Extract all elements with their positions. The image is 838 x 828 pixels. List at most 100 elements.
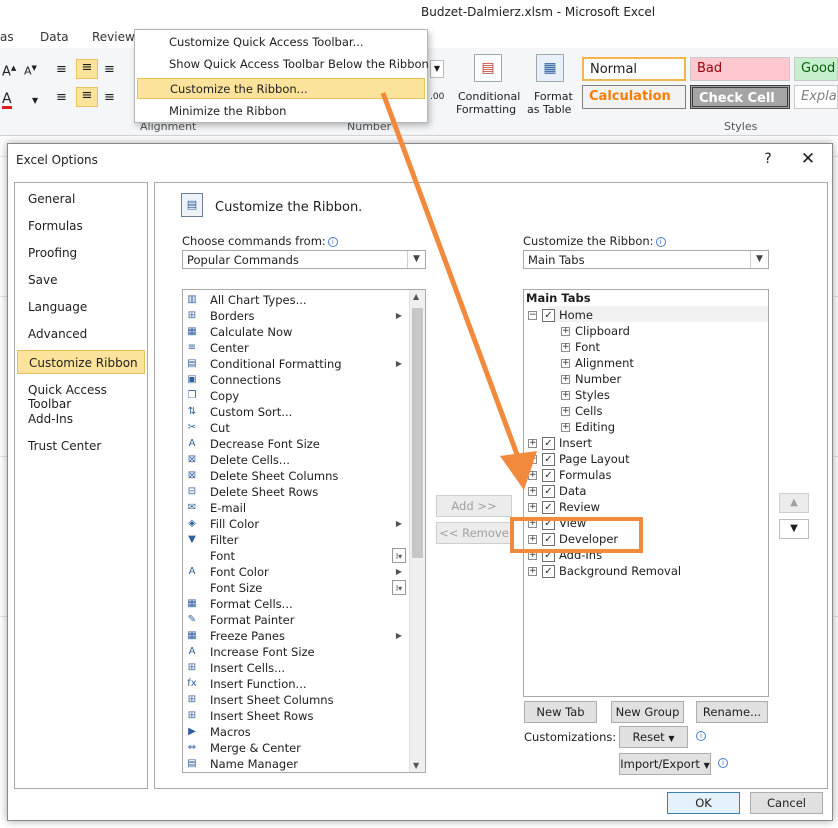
- commands-list[interactable]: ▲ ▼ ▥ All Chart Types... ⊞ Borders ▶ ▦ Calcula…: [182, 289, 426, 773]
- tree-item-alignment[interactable]: + Alignment: [561, 356, 761, 372]
- tree-item-data[interactable]: + ✓ Data: [528, 484, 764, 500]
- menu-item-customize-ribbon[interactable]: Customize the Ribbon...: [137, 78, 425, 99]
- rename-button[interactable]: Rename...: [696, 701, 768, 723]
- move-down-button[interactable]: ▼: [779, 519, 809, 539]
- command-item[interactable]: ▥ All Chart Types...: [183, 292, 409, 308]
- commands-scrollbar[interactable]: ▲ ▼: [409, 290, 425, 772]
- style-check-cell[interactable]: Check Cell: [690, 85, 790, 109]
- nav-item-quick-access-toolbar[interactable]: Quick Access Toolbar: [17, 378, 145, 411]
- add-button[interactable]: Add >>: [436, 495, 512, 517]
- tree-item-cells[interactable]: + Cells: [561, 404, 761, 420]
- command-item[interactable]: ✎ Format Painter: [183, 612, 409, 628]
- checkbox[interactable]: ✓: [542, 565, 555, 578]
- command-item[interactable]: ⇔ Merge & Center: [183, 740, 409, 756]
- tree-item-insert[interactable]: + ✓ Insert: [528, 436, 764, 452]
- command-item[interactable]: ▦ Format Cells...: [183, 596, 409, 612]
- checkbox[interactable]: ✓: [542, 485, 555, 498]
- nav-item-advanced[interactable]: Advanced: [17, 322, 145, 346]
- command-item[interactable]: ❐ Copy: [183, 388, 409, 404]
- decrease-decimal-icon[interactable]: .00: [430, 92, 444, 102]
- style-normal[interactable]: Normal: [582, 57, 686, 81]
- grow-font-icon[interactable]: A▲: [2, 64, 16, 79]
- command-item[interactable]: ◈ Fill Color ▶: [183, 516, 409, 532]
- command-item[interactable]: fx Insert Function...: [183, 676, 409, 692]
- choose-commands-dropdown[interactable]: Popular Commands ▼: [182, 250, 426, 269]
- help-button[interactable]: ?: [758, 151, 778, 167]
- conditional-formatting-label1[interactable]: Conditional: [458, 90, 520, 103]
- expand-icon[interactable]: +: [528, 455, 537, 464]
- nav-item-trust-center[interactable]: Trust Center: [17, 434, 145, 458]
- font-color-icon[interactable]: A: [2, 92, 12, 109]
- style-explanatory[interactable]: Explar: [794, 85, 838, 109]
- tree-item-page-layout[interactable]: + ✓ Page Layout: [528, 452, 764, 468]
- align-center-icon[interactable]: ≡: [76, 87, 98, 107]
- checkbox[interactable]: ✓: [542, 517, 555, 530]
- new-tab-button[interactable]: New Tab: [524, 701, 597, 723]
- command-item[interactable]: Font Size I▾: [183, 580, 409, 596]
- style-good[interactable]: Good: [794, 57, 838, 81]
- checkbox[interactable]: ✓: [542, 549, 555, 562]
- command-item[interactable]: ⊞ Insert Sheet Columns: [183, 692, 409, 708]
- align-left-icon[interactable]: ≡: [56, 90, 67, 105]
- scroll-thumb[interactable]: [412, 308, 423, 558]
- expand-icon[interactable]: +: [528, 503, 537, 512]
- align-top-icon[interactable]: ≡: [56, 62, 67, 77]
- ok-button[interactable]: OK: [667, 792, 740, 814]
- scroll-up-icon[interactable]: ▲: [413, 292, 419, 301]
- reset-button[interactable]: Reset ▼: [619, 726, 688, 748]
- format-as-table-label2[interactable]: as Table: [527, 103, 571, 116]
- command-item[interactable]: Font I▾: [183, 548, 409, 564]
- command-item[interactable]: ✉ E-mail: [183, 500, 409, 516]
- command-item[interactable]: ▦ Freeze Panes ▶: [183, 628, 409, 644]
- tree-item-styles[interactable]: + Styles: [561, 388, 761, 404]
- command-item[interactable]: ⊠ Delete Cells...: [183, 452, 409, 468]
- close-button[interactable]: ✕: [798, 149, 818, 169]
- command-item[interactable]: ⊟ Delete Sheet Rows: [183, 484, 409, 500]
- command-item[interactable]: ⇅ Custom Sort...: [183, 404, 409, 420]
- command-item[interactable]: A Font Color ▶: [183, 564, 409, 580]
- tab-review[interactable]: Review: [92, 30, 135, 44]
- import-export-button[interactable]: Import/Export ▼: [619, 753, 711, 775]
- style-bad[interactable]: Bad: [690, 57, 790, 81]
- align-right-icon[interactable]: ≡: [104, 90, 115, 105]
- nav-item-save[interactable]: Save: [17, 268, 145, 292]
- tree-item-font[interactable]: + Font: [561, 340, 761, 356]
- checkbox[interactable]: ✓: [542, 469, 555, 482]
- tree-item-add-ins[interactable]: + ✓ Add-Ins: [528, 548, 764, 564]
- chevron-down-icon[interactable]: ▼: [407, 251, 425, 268]
- expand-icon[interactable]: +: [561, 423, 570, 432]
- nav-item-add-ins[interactable]: Add-Ins: [17, 407, 145, 431]
- expand-icon[interactable]: +: [528, 567, 537, 576]
- conditional-formatting-icon[interactable]: ▤: [474, 54, 502, 82]
- checkbox[interactable]: ✓: [542, 501, 555, 514]
- command-item[interactable]: ▦ Calculate Now: [183, 324, 409, 340]
- menu-item-show-qat-below[interactable]: Show Quick Access Toolbar Below the Ribb…: [137, 54, 429, 75]
- tab-formulas-partial[interactable]: as: [0, 30, 14, 44]
- expand-icon[interactable]: +: [561, 375, 570, 384]
- checkbox[interactable]: ✓: [542, 453, 555, 466]
- format-as-table-label1[interactable]: Format: [534, 90, 573, 103]
- nav-item-customize-ribbon[interactable]: Customize Ribbon: [17, 350, 145, 374]
- expand-icon[interactable]: +: [528, 471, 537, 480]
- nav-item-general[interactable]: General: [17, 187, 145, 211]
- expand-icon[interactable]: +: [561, 327, 570, 336]
- menu-item-customize-qat[interactable]: Customize Quick Access Toolbar...: [137, 32, 425, 53]
- tab-data[interactable]: Data: [40, 30, 69, 44]
- collapse-icon[interactable]: −: [528, 311, 537, 320]
- expand-icon[interactable]: +: [528, 519, 537, 528]
- command-item[interactable]: ▣ Connections: [183, 372, 409, 388]
- tree-item-clipboard[interactable]: + Clipboard: [561, 324, 761, 340]
- conditional-formatting-label2[interactable]: Formatting: [456, 103, 516, 116]
- cancel-button[interactable]: Cancel: [750, 792, 823, 814]
- checkbox[interactable]: ✓: [542, 437, 555, 450]
- chevron-down-icon[interactable]: ▼: [750, 251, 768, 268]
- tree-item-background-removal[interactable]: + ✓ Background Removal: [528, 564, 764, 580]
- move-up-button[interactable]: ▲: [779, 493, 809, 513]
- command-item[interactable]: ▼ Filter: [183, 532, 409, 548]
- align-bottom-icon[interactable]: ≡: [104, 62, 115, 77]
- tree-item-editing[interactable]: + Editing: [561, 420, 761, 436]
- command-item[interactable]: ⊞ Borders ▶: [183, 308, 409, 324]
- expand-icon[interactable]: +: [528, 487, 537, 496]
- tree-item-developer[interactable]: + ✓ Developer: [528, 532, 764, 548]
- menu-item-minimize-ribbon[interactable]: Minimize the Ribbon: [137, 101, 425, 122]
